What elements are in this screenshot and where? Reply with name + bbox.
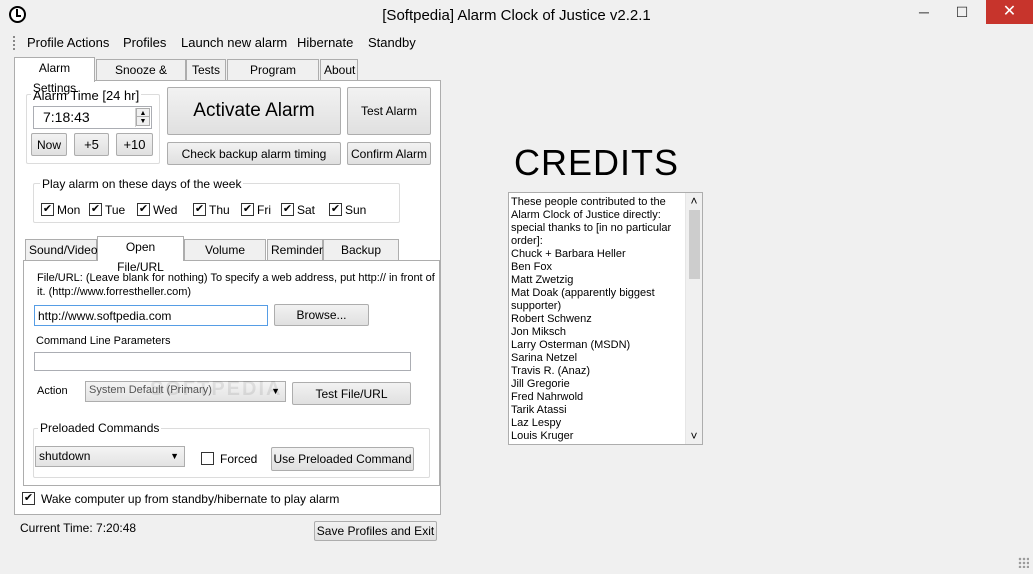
wake-label: Wake computer up from standby/hibernate … xyxy=(41,492,340,506)
spin-up-icon[interactable]: ▲ xyxy=(136,108,150,117)
preloaded-commands-label: Preloaded Commands xyxy=(38,421,162,435)
plus5-button[interactable]: +5 xyxy=(74,133,109,156)
credits-line: Ben Fox xyxy=(511,261,552,273)
forced-checkbox[interactable] xyxy=(201,452,214,465)
credits-line: supporter) xyxy=(511,300,562,312)
credits-line: Louis Kruger xyxy=(511,430,574,442)
tab-backup-alarm[interactable]: Backup Alarm xyxy=(323,239,399,277)
credits-list[interactable]: These people contributed to the Alarm Clo… xyxy=(508,192,703,445)
now-button[interactable]: Now xyxy=(31,133,67,156)
days-label: Play alarm on these days of the week xyxy=(40,177,244,191)
menu-grip xyxy=(13,36,16,50)
scroll-up-icon[interactable]: ˄ xyxy=(686,193,702,209)
wed-label: Wed xyxy=(153,203,178,217)
tab-open-file-url[interactable]: Open File/URL xyxy=(97,236,184,274)
test-file-url-button[interactable]: Test File/URL xyxy=(292,382,411,405)
credits-line: Matt Zwetzig xyxy=(511,274,574,286)
browse-button[interactable]: Browse... xyxy=(274,304,369,326)
credits-line: special thanks to [in no particular xyxy=(511,222,672,234)
credits-line: order]: xyxy=(511,235,543,247)
menu-hibernate[interactable]: Hibernate xyxy=(297,35,353,50)
sun-label: Sun xyxy=(345,203,367,217)
chevron-down-icon: ▼ xyxy=(170,451,179,461)
spin-down-icon[interactable]: ▼ xyxy=(136,117,150,126)
plus10-button[interactable]: +10 xyxy=(116,133,153,156)
window-title: [Softpedia] Alarm Clock of Justice v2.2.… xyxy=(382,7,651,24)
credits-line: Travis R. (Anaz) xyxy=(511,365,591,377)
credits-line: Mat Doak (apparently biggest xyxy=(511,287,655,299)
credits-line: Fred Nahrwold xyxy=(511,391,584,403)
maximize-button[interactable]: ☐ xyxy=(944,0,980,24)
thu-checkbox[interactable]: ✔ xyxy=(193,203,206,216)
menu-profiles[interactable]: Profiles xyxy=(123,35,166,50)
sat-label: Sat xyxy=(297,203,316,217)
mon-label: Mon xyxy=(57,203,81,217)
cmd-params-label: Command Line Parameters xyxy=(36,335,171,347)
scroll-down-icon[interactable]: ˅ xyxy=(686,428,702,444)
check-backup-button[interactable]: Check backup alarm timing xyxy=(167,142,341,165)
tab-sound-video[interactable]: Sound/Video xyxy=(25,239,98,261)
wed-checkbox[interactable]: ✔ xyxy=(137,203,150,216)
tab-program-settings[interactable]: Program Settings xyxy=(227,59,319,97)
fri-checkbox[interactable]: ✔ xyxy=(241,203,254,216)
fri-label: Fri xyxy=(257,203,271,217)
wake-checkbox[interactable]: ✔ xyxy=(22,492,35,505)
sun-checkbox[interactable]: ✔ xyxy=(329,203,342,216)
mon-checkbox[interactable]: ✔ xyxy=(41,203,54,216)
tue-label: Tue xyxy=(105,203,126,217)
cmd-params-input[interactable] xyxy=(34,352,411,371)
scroll-thumb[interactable] xyxy=(689,210,700,279)
tab-snooze-timing[interactable]: Snooze & Timing xyxy=(96,59,186,97)
credits-line: Laz Lespy xyxy=(511,417,562,429)
close-button[interactable]: ✕ xyxy=(986,0,1033,24)
credits-line: Jill Gregorie xyxy=(511,378,570,390)
credits-line: Sarina Netzel xyxy=(511,352,578,364)
menu-launch-new-alarm[interactable]: Launch new alarm xyxy=(181,35,287,50)
test-alarm-button[interactable]: Test Alarm xyxy=(347,87,431,135)
tab-reminder[interactable]: Reminder xyxy=(267,239,323,261)
credits-scrollbar[interactable]: ˄ ˅ xyxy=(685,193,702,444)
credits-line: Chuck + Barbara Heller xyxy=(511,248,626,260)
credits-heading: CREDITS xyxy=(514,142,680,183)
tab-alarm-settings[interactable]: Alarm Settings xyxy=(14,57,95,95)
credits-line: Larry Osterman (MSDN) xyxy=(511,339,631,351)
activate-alarm-button[interactable]: Activate Alarm xyxy=(167,87,341,135)
file-url-description: File/URL: (Leave blank for nothing) To s… xyxy=(37,272,435,298)
save-profiles-exit-button[interactable]: Save Profiles and Exit xyxy=(314,521,437,541)
preloaded-select[interactable]: shutdown ▼ xyxy=(35,446,185,467)
action-label: Action xyxy=(37,385,68,397)
tue-checkbox[interactable]: ✔ xyxy=(89,203,102,216)
credits-line: Robert Schwenz xyxy=(511,313,592,325)
tab-volume-effects[interactable]: Volume Effects xyxy=(184,239,266,277)
thu-label: Thu xyxy=(209,203,230,217)
preloaded-select-value: shutdown xyxy=(39,449,91,463)
menu-profile-actions[interactable]: Profile Actions xyxy=(27,35,109,50)
tab-about[interactable]: About xyxy=(320,59,358,81)
softpedia-watermark: SOFTPEDIA xyxy=(150,378,283,400)
sat-checkbox[interactable]: ✔ xyxy=(281,203,294,216)
tab-tests[interactable]: Tests xyxy=(186,59,226,81)
time-spinner[interactable]: ▲ ▼ xyxy=(135,108,150,127)
file-url-input[interactable]: http://www.softpedia.com xyxy=(34,305,268,326)
credits-line: Tarik Atassi xyxy=(511,404,567,416)
credits-line: Jon Miksch xyxy=(511,326,567,338)
credits-lines: These people contributed to the Alarm Clo… xyxy=(511,196,687,443)
menu-standby[interactable]: Standby xyxy=(368,35,416,50)
credits-line: Alarm Clock of Justice directly: xyxy=(511,209,661,221)
minimize-button[interactable]: ─ xyxy=(906,0,942,24)
use-preloaded-button[interactable]: Use Preloaded Command xyxy=(271,447,414,471)
resize-grip-icon[interactable] xyxy=(1018,557,1029,568)
forced-label: Forced xyxy=(220,452,258,466)
current-time: Current Time: 7:20:48 xyxy=(20,521,137,535)
credits-line: These people contributed to the xyxy=(511,196,666,208)
confirm-alarm-button[interactable]: Confirm Alarm xyxy=(347,142,431,165)
